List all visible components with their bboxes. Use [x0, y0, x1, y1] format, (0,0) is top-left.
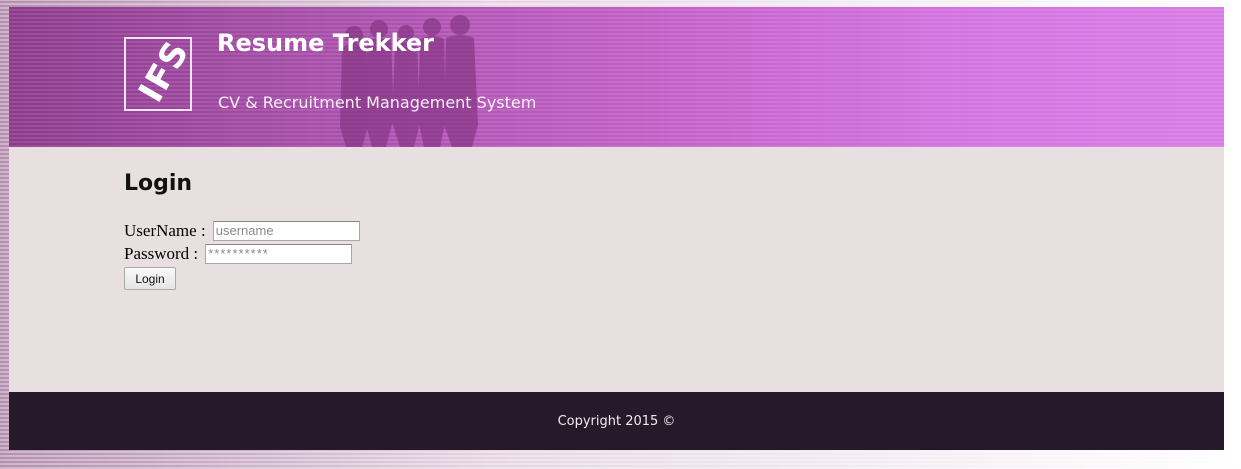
- site-title: Resume Trekker: [217, 29, 435, 57]
- site-subtitle: CV & Recruitment Management System: [218, 93, 537, 112]
- password-label: Password :: [124, 243, 199, 263]
- ifs-logo: IFS: [124, 37, 192, 111]
- password-row: Password :: [124, 243, 624, 266]
- login-heading: Login: [124, 171, 193, 196]
- site-header: IFS Resume Trekker CV & Recruitment Mana…: [9, 7, 1224, 147]
- site-footer: Copyright 2015 ©: [9, 392, 1224, 450]
- copyright-text: Copyright 2015 ©: [557, 413, 676, 429]
- username-input[interactable]: [212, 220, 360, 241]
- login-button[interactable]: Login: [124, 267, 176, 290]
- login-form: UserName : Password : Login: [124, 220, 624, 290]
- people-silhouette-image: [340, 15, 478, 147]
- username-row: UserName :: [124, 220, 624, 243]
- ifs-logo-text: IFS: [131, 37, 192, 110]
- username-label: UserName :: [124, 220, 206, 240]
- password-input[interactable]: [205, 243, 353, 264]
- login-section: Login UserName : Password : Login: [124, 171, 724, 290]
- page-container: IFS Resume Trekker CV & Recruitment Mana…: [9, 7, 1224, 450]
